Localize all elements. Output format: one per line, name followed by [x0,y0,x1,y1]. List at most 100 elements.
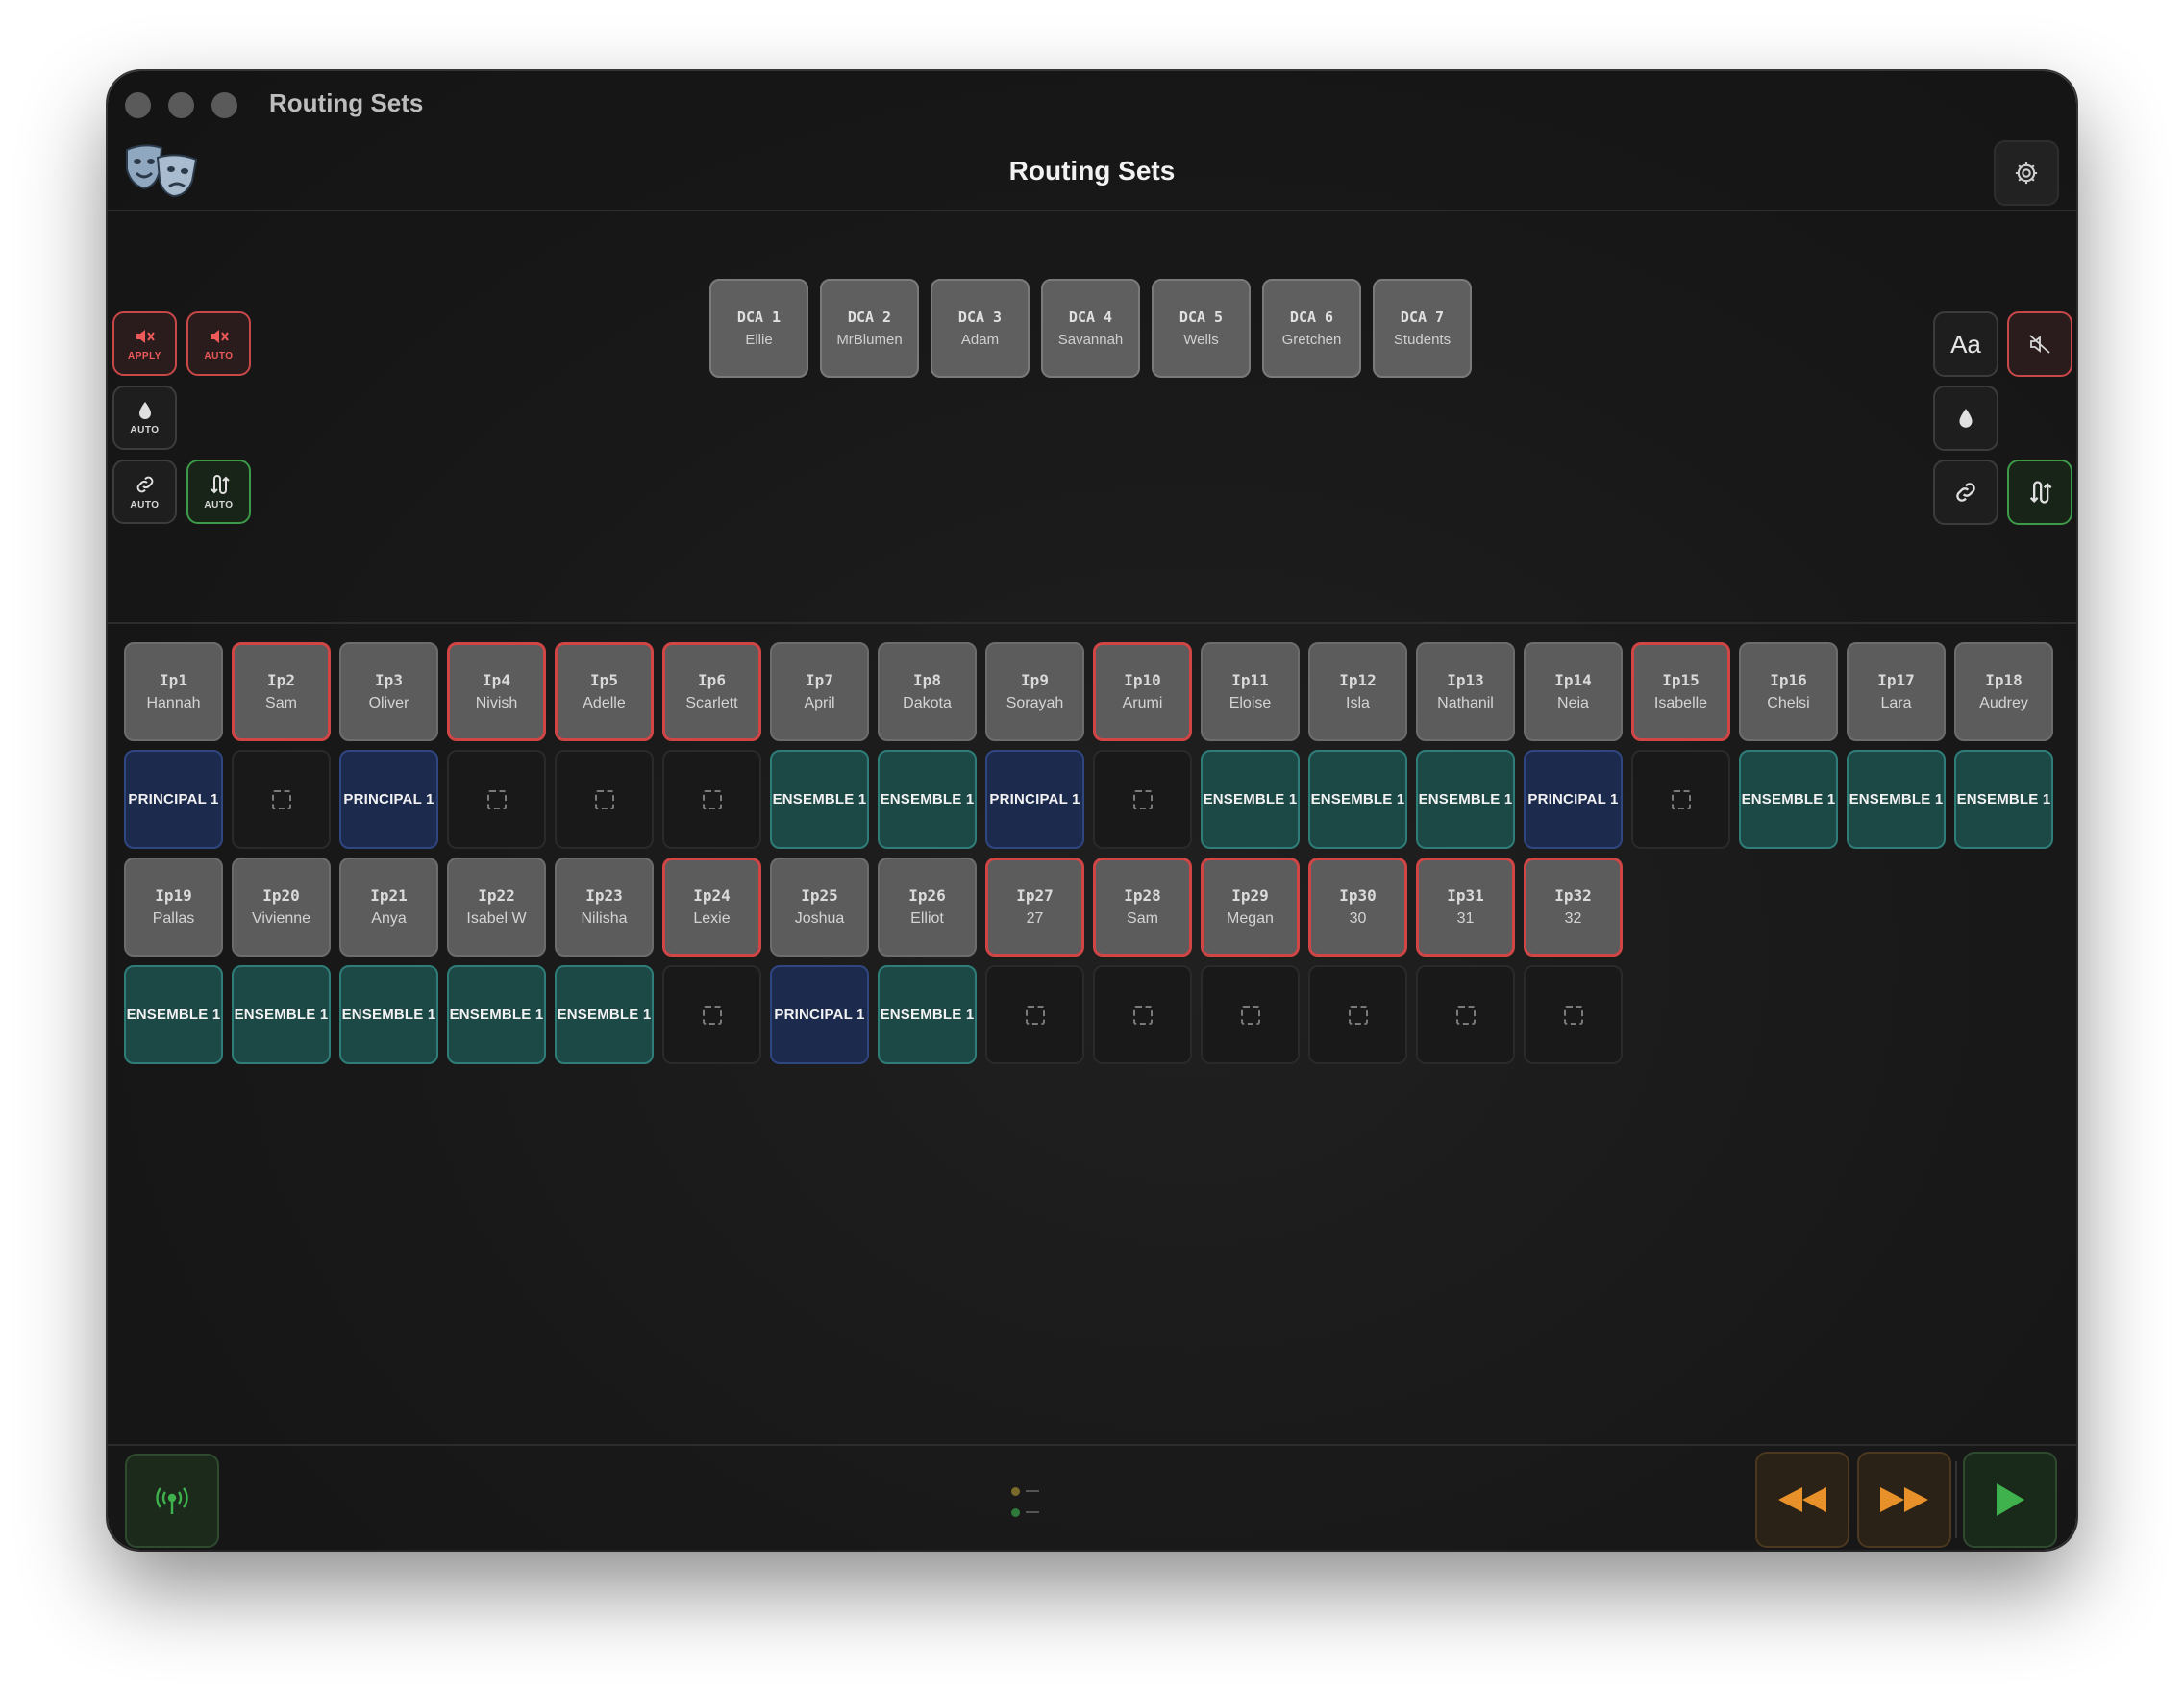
input-id: Ip2 [267,671,295,689]
routing-set-label: ENSEMBLE 1 [557,1007,652,1023]
input-channel-button[interactable]: Ip28 Sam [1093,858,1192,957]
fast-forward-button[interactable] [1857,1452,1951,1548]
routing-set-ensemble[interactable]: ENSEMBLE 1 [878,750,977,849]
zoom-window-button[interactable] [211,92,237,118]
input-channel-button[interactable]: Ip13 Nathanil [1416,642,1515,741]
input-channel-button[interactable]: Ip9 Sorayah [985,642,1084,741]
routing-set-empty-slot[interactable] [1308,965,1407,1064]
routing-set-empty-slot[interactable] [1201,965,1300,1064]
input-name: 27 [1026,910,1044,927]
routing-set-row: ENSEMBLE 1 ENSEMBLE 1 ENSEMBLE 1 ENSEMBLE 1… [124,965,2053,1064]
input-channel-button[interactable]: Ip15 Isabelle [1631,642,1730,741]
routing-set-empty-slot[interactable] [985,965,1084,1064]
routing-set-ensemble[interactable]: ENSEMBLE 1 [447,965,546,1064]
routing-set-principal[interactable]: PRINCIPAL 1 [985,750,1084,849]
routing-set-empty-slot[interactable] [1093,750,1192,849]
input-channel-button[interactable]: Ip14 Neia [1524,642,1623,741]
input-name: Anya [371,910,407,927]
routing-set-empty-slot[interactable] [555,750,654,849]
routing-set-ensemble[interactable]: ENSEMBLE 1 [1416,750,1515,849]
dca-button[interactable]: DCA 5 Wells [1152,279,1251,378]
input-channel-button[interactable]: Ip31 31 [1416,858,1515,957]
routing-set-ensemble[interactable]: ENSEMBLE 1 [1954,750,2053,849]
drop-auto-button[interactable]: AUTO [112,386,177,450]
routing-set-principal[interactable]: PRINCIPAL 1 [770,965,869,1064]
drop-auto-label: AUTO [130,425,160,435]
route-auto-button[interactable]: AUTO [186,460,251,524]
font-size-button[interactable]: Aa [1933,311,1998,377]
input-channel-button[interactable]: Ip24 Lexie [662,858,761,957]
routing-set-empty-slot[interactable] [232,750,331,849]
routing-set-empty-slot[interactable] [447,750,546,849]
routing-set-principal[interactable]: PRINCIPAL 1 [1524,750,1623,849]
input-channel-button[interactable]: Ip3 Oliver [339,642,438,741]
routing-set-ensemble[interactable]: ENSEMBLE 1 [1308,750,1407,849]
mute-auto-button[interactable]: AUTO [186,311,251,376]
input-channel-button[interactable]: Ip16 Chelsi [1739,642,1838,741]
input-channel-button[interactable]: Ip25 Joshua [770,858,869,957]
input-name: Hannah [146,695,201,711]
input-channel-button[interactable]: Ip22 Isabel W [447,858,546,957]
close-window-button[interactable] [125,92,151,118]
routing-set-empty-slot[interactable] [1524,965,1623,1064]
input-channel-button[interactable]: Ip11 Eloise [1201,642,1300,741]
input-channel-button[interactable]: Ip5 Adelle [555,642,654,741]
input-name: Vivienne [251,910,311,927]
input-channel-button[interactable]: Ip19 Pallas [124,858,223,957]
network-button[interactable] [125,1454,219,1548]
input-channel-button[interactable]: Ip30 30 [1308,858,1407,957]
routing-set-ensemble[interactable]: ENSEMBLE 1 [232,965,331,1064]
settings-button[interactable] [1994,140,2059,206]
route-button[interactable] [2007,460,2072,525]
routing-set-ensemble[interactable]: ENSEMBLE 1 [555,965,654,1064]
dca-button[interactable]: DCA 1 Ellie [709,279,808,378]
routing-set-ensemble[interactable]: ENSEMBLE 1 [1847,750,1946,849]
link-auto-button[interactable]: AUTO [112,460,177,524]
input-channel-button[interactable]: Ip18 Audrey [1954,642,2053,741]
routing-set-empty-slot[interactable] [1093,965,1192,1064]
rewind-button[interactable] [1755,1452,1849,1548]
play-button[interactable] [1963,1452,2057,1548]
input-channel-button[interactable]: Ip20 Vivienne [232,858,331,957]
drop-button[interactable] [1933,386,1998,451]
dca-button[interactable]: DCA 7 Students [1373,279,1472,378]
input-channel-button[interactable]: Ip8 Dakota [878,642,977,741]
mute-apply-button[interactable]: APPLY [112,311,177,376]
routing-set-ensemble[interactable]: ENSEMBLE 1 [124,965,223,1064]
input-channel-button[interactable]: Ip1 Hannah [124,642,223,741]
input-channel-button[interactable]: Ip21 Anya [339,858,438,957]
input-channel-button[interactable]: Ip27 27 [985,858,1084,957]
input-channel-button[interactable]: Ip7 April [770,642,869,741]
input-channel-button[interactable]: Ip12 Isla [1308,642,1407,741]
transport-separator [1955,1461,1957,1538]
routing-set-empty-slot[interactable] [1631,750,1730,849]
routing-set-principal[interactable]: PRINCIPAL 1 [124,750,223,849]
dca-button[interactable]: DCA 3 Adam [931,279,1030,378]
minimize-window-button[interactable] [168,92,194,118]
routing-set-ensemble[interactable]: ENSEMBLE 1 [339,965,438,1064]
routing-set-ensemble[interactable]: ENSEMBLE 1 [878,965,977,1064]
input-channel-button[interactable]: Ip29 Megan [1201,858,1300,957]
routing-set-empty-slot[interactable] [1416,965,1515,1064]
link-button[interactable] [1933,460,1998,525]
input-channel-button[interactable]: Ip32 32 [1524,858,1623,957]
input-name: Scarlett [685,695,738,711]
routing-set-ensemble[interactable]: ENSEMBLE 1 [1739,750,1838,849]
routing-set-empty-slot[interactable] [662,750,761,849]
input-channel-button[interactable]: Ip6 Scarlett [662,642,761,741]
dca-button[interactable]: DCA 2 MrBlumen [820,279,919,378]
input-name: Lara [1880,695,1912,711]
routing-set-principal[interactable]: PRINCIPAL 1 [339,750,438,849]
routing-set-ensemble[interactable]: ENSEMBLE 1 [770,750,869,849]
input-channel-button[interactable]: Ip26 Elliot [878,858,977,957]
routing-set-ensemble[interactable]: ENSEMBLE 1 [1201,750,1300,849]
input-channel-button[interactable]: Ip4 Nivish [447,642,546,741]
input-channel-button[interactable]: Ip2 Sam [232,642,331,741]
input-channel-button[interactable]: Ip10 Arumi [1093,642,1192,741]
input-channel-button[interactable]: Ip23 Nilisha [555,858,654,957]
routing-set-empty-slot[interactable] [662,965,761,1064]
dca-button[interactable]: DCA 4 Savannah [1041,279,1140,378]
mute-toggle-button[interactable] [2007,311,2072,377]
dca-button[interactable]: DCA 6 Gretchen [1262,279,1361,378]
input-channel-button[interactable]: Ip17 Lara [1847,642,1946,741]
